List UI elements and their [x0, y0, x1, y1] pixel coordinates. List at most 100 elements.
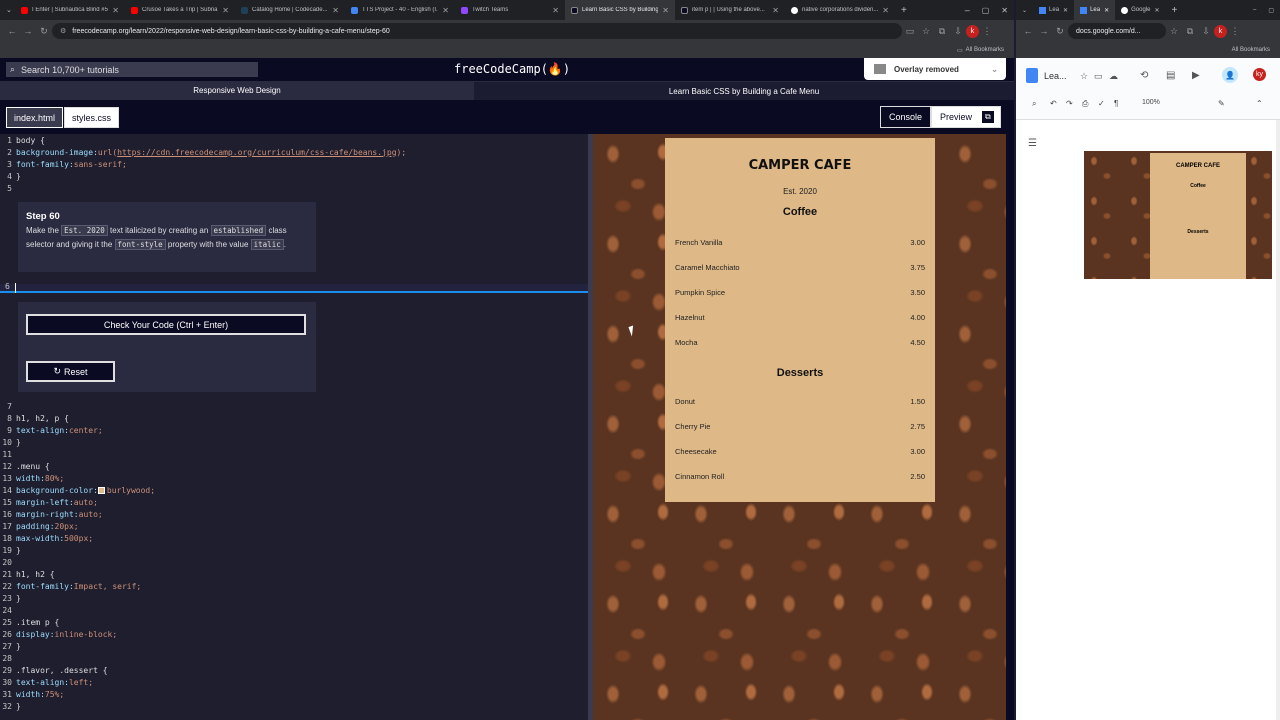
spellcheck-icon[interactable]: ✓ — [1098, 99, 1105, 108]
tab-styles-css[interactable]: styles.css — [64, 107, 120, 128]
close-icon[interactable]: ✕ — [332, 6, 339, 15]
reload-icon[interactable]: ↻ — [1052, 26, 1068, 37]
close-icon[interactable]: ✕ — [882, 6, 889, 15]
step-instructions: Step 60 Make the Est. 2020 text italiciz… — [18, 202, 316, 272]
code-line: 24 — [2, 605, 12, 615]
tab-learn-css[interactable]: Learn Basic CSS by Building ... ✕ — [565, 0, 675, 20]
tab-codecademy[interactable]: Catalog Home | Codecade... ✕ — [235, 0, 345, 20]
code-line: 8 h1, h2, p { — [7, 413, 69, 423]
scrollbar[interactable] — [1276, 120, 1280, 720]
close-icon[interactable]: ✕ — [442, 6, 449, 15]
back-icon[interactable]: ← — [1020, 26, 1036, 36]
undo-icon[interactable]: ↶ — [1050, 99, 1057, 108]
edit-mode-icon[interactable]: ✎ — [1218, 99, 1225, 108]
tab-index-html[interactable]: index.html — [6, 107, 64, 128]
history-icon[interactable]: ⟲ — [1140, 70, 1148, 81]
reload-icon[interactable]: ↻ — [36, 26, 52, 37]
share-icon[interactable]: 👤 — [1222, 67, 1238, 83]
code-editor-lower[interactable]: 7 8 h1, h2, p { 9 text-align: center; 10}… — [0, 400, 590, 720]
all-bookmarks[interactable]: All Bookmarks — [966, 47, 1004, 53]
outline-icon[interactable]: ☰ — [1028, 138, 1037, 149]
print-icon[interactable]: ⎙ — [1082, 99, 1088, 109]
menu-icon[interactable]: ⋮ — [979, 26, 995, 37]
downloads-icon[interactable]: ⇩ — [950, 26, 966, 37]
new-tab-button[interactable]: + — [895, 0, 915, 20]
preview-button[interactable]: Preview ⧉ — [931, 106, 1001, 128]
docs-avatar[interactable]: ky — [1253, 68, 1266, 81]
check-code-button[interactable]: Check Your Code (Ctrl + Enter) — [26, 314, 306, 335]
breadcrumb-project[interactable]: Learn Basic CSS by Building a Cafe Menu — [474, 87, 1014, 96]
back-icon[interactable]: ← — [4, 26, 20, 36]
tab-google[interactable]: Google ✕ — [1115, 0, 1165, 20]
profile-avatar[interactable]: k — [966, 24, 979, 38]
code-line: 4} — [7, 171, 21, 181]
doc-embedded-image[interactable]: CAMPER CAFE Coffee Desserts — [1084, 151, 1272, 279]
close-icon[interactable]: ✕ — [1104, 7, 1109, 14]
extensions-icon[interactable]: ⧉ — [1182, 26, 1198, 37]
bookmark-star-icon[interactable]: ☆ — [1166, 26, 1182, 37]
tab-subnautica-2[interactable]: Crusoe Takes a Trip | Subna... ✕ — [125, 0, 235, 20]
tab-item-p[interactable]: item p | | Using the above... ✕ — [675, 0, 785, 20]
close-window-button[interactable]: ✕ — [995, 0, 1014, 20]
maximize-button[interactable]: ▢ — [976, 0, 996, 20]
downloads-icon[interactable]: ⇩ — [1198, 26, 1214, 37]
tab-search-button[interactable]: ⌄ — [0, 0, 15, 20]
redo-icon[interactable]: ↷ — [1066, 99, 1073, 108]
url-field[interactable]: ⚙ freecodecamp.org/learn/2022/responsive-… — [52, 23, 902, 39]
close-icon[interactable]: ✕ — [552, 6, 559, 15]
move-icon[interactable]: ▭ — [1094, 71, 1103, 82]
close-icon[interactable]: ✕ — [112, 6, 119, 15]
menu-icon[interactable]: ⋮ — [1227, 26, 1243, 37]
tab-docs-2[interactable]: Lea ✕ — [1074, 0, 1116, 20]
right-browser-window: ⌄ Lea ✕ Lea ✕ Google ✕ + – ▢ ← → ↻ docs.goo… — [1016, 0, 1280, 720]
close-icon[interactable]: ✕ — [1063, 7, 1068, 14]
close-icon[interactable]: ✕ — [222, 6, 229, 15]
tab-native-corporations[interactable]: native corporations dividen... ✕ — [785, 0, 895, 20]
cloud-icon[interactable]: ☁ — [1109, 71, 1118, 82]
fcc-logo[interactable]: freeCodeCamp(🔥) — [454, 62, 570, 76]
tab-subnautica-1[interactable]: I Enter | Subnautica Blind #5 ... ✕ — [15, 0, 125, 20]
profile-avatar[interactable]: k — [1214, 24, 1227, 38]
meet-icon[interactable]: ▶ — [1192, 70, 1200, 81]
url-field[interactable]: docs.google.com/d... — [1068, 23, 1166, 39]
zoom-select[interactable]: 100% — [1142, 99, 1160, 106]
close-icon[interactable]: ✕ — [1154, 7, 1159, 14]
close-icon[interactable]: ✕ — [662, 6, 669, 15]
minimize-button[interactable]: – — [1247, 0, 1262, 20]
comments-icon[interactable]: ▤ — [1166, 70, 1175, 81]
minimize-button[interactable]: – — [959, 0, 976, 20]
code-line: 26 display: inline-block; — [2, 629, 118, 639]
extensions-icon[interactable]: ⧉ — [934, 26, 950, 37]
close-icon[interactable]: ✕ — [772, 6, 779, 15]
active-code-line[interactable]: 6 — [0, 282, 590, 293]
site-info-icon[interactable]: ⚙ — [60, 27, 66, 35]
maximize-button[interactable]: ▢ — [1262, 0, 1280, 20]
document-title[interactable]: Lea... — [1044, 71, 1067, 81]
popout-icon[interactable]: ⧉ — [982, 111, 994, 123]
code-line: 30 text-align: left; — [2, 677, 94, 687]
tab-docs-1[interactable]: Lea ✕ — [1033, 0, 1074, 20]
tab-search-button[interactable]: ⌄ — [1016, 0, 1033, 20]
search-icon[interactable]: ⌕ — [1032, 99, 1036, 109]
collapse-icon[interactable]: ⌃ — [1256, 99, 1263, 108]
reset-button[interactable]: ↻ Reset — [26, 361, 115, 382]
list-item: Pumpkin Spice 3.50 — [675, 288, 925, 297]
code-line: 11 — [2, 449, 12, 459]
breadcrumb-course[interactable]: Responsive Web Design — [0, 82, 474, 100]
tab-twitch-teams[interactable]: Twitch Teams ✕ — [455, 0, 565, 20]
code-line: 27} — [2, 641, 21, 651]
search-input[interactable]: ⌕ Search 10,700+ tutorials — [6, 62, 258, 77]
code-line: 12 .menu { — [2, 461, 50, 471]
install-icon[interactable]: ▭ — [902, 26, 918, 37]
forward-icon[interactable]: → — [1036, 26, 1052, 36]
console-button[interactable]: Console — [880, 106, 932, 128]
forward-icon[interactable]: → — [20, 26, 36, 36]
desserts-list: Donut 1.50 Cherry Pie 2.75 Cheesecake 3.00 … — [675, 389, 925, 489]
paint-format-icon[interactable]: ¶ — [1114, 99, 1118, 108]
chevron-down-icon[interactable]: ⌄ — [991, 65, 998, 74]
tab-tts-project[interactable]: TTS Project - 40 - English (I... ✕ — [345, 0, 455, 20]
new-tab-button[interactable]: + — [1166, 0, 1184, 20]
docs-logo-icon[interactable] — [1026, 68, 1038, 83]
bookmark-star-icon[interactable]: ☆ — [918, 26, 934, 37]
star-icon[interactable]: ☆ — [1080, 71, 1088, 82]
